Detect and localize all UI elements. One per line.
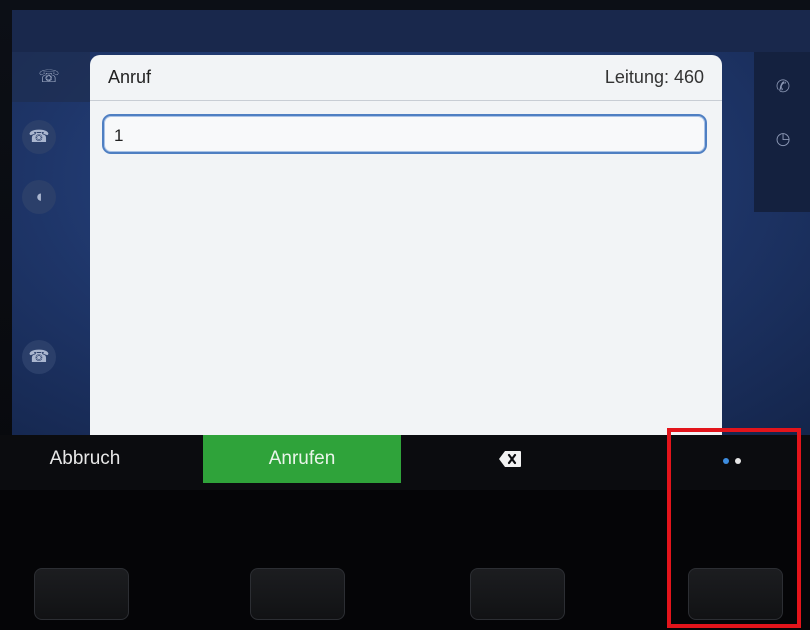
line-label: Leitung: 460 xyxy=(604,67,704,87)
phone-icon: ☏ xyxy=(38,67,60,86)
cancel-softkey[interactable]: Abbruch xyxy=(20,435,150,483)
clock-icon: ◷ xyxy=(775,129,791,148)
line-row[interactable]: ◖ xyxy=(12,172,90,222)
voicemail-icon: ☎ xyxy=(22,340,56,374)
dialog-title: Anruf xyxy=(108,67,152,87)
number-input[interactable]: 1 xyxy=(102,114,707,154)
line-row[interactable]: ☎ xyxy=(12,332,90,382)
call-softkey[interactable]: Anrufen xyxy=(203,435,401,483)
phone-icon: ✆ xyxy=(775,77,791,96)
hardware-softkey-3[interactable] xyxy=(470,568,565,620)
hardware-softkey-1[interactable] xyxy=(34,568,129,620)
line-row[interactable]: ☏ xyxy=(12,52,90,102)
feature-row[interactable]: ✆ xyxy=(754,62,810,112)
backspace-softkey[interactable] xyxy=(455,435,565,483)
speaker-icon: ◖ xyxy=(22,180,56,214)
highlight-box xyxy=(667,428,801,628)
dialog-header: Anruf Leitung: 460 xyxy=(90,55,722,101)
call-dialog: Anruf Leitung: 460 1 xyxy=(90,55,722,435)
backspace-icon xyxy=(499,451,521,467)
line-row[interactable]: ☎ xyxy=(12,112,90,162)
right-feature-column: ✆ ◷ xyxy=(754,52,810,212)
hangup-icon: ☎ xyxy=(22,120,56,154)
hardware-softkey-2[interactable] xyxy=(250,568,345,620)
status-bar xyxy=(12,10,810,52)
feature-row[interactable]: ◷ xyxy=(754,114,810,164)
